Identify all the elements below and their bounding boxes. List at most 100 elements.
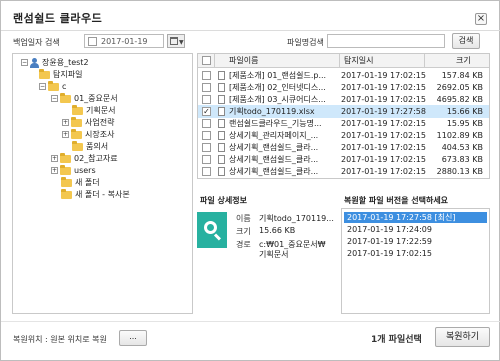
backup-date-value: 2017-01-19 <box>101 37 148 46</box>
file-icon <box>218 119 225 128</box>
folder-icon <box>60 164 71 175</box>
browse-location-button[interactable]: ... <box>119 330 147 346</box>
folder-tree: − 장윤용_test2 탐지파일 − c −01_중요문서 기획문서 + 사업전략 +… <box>12 53 193 314</box>
close-icon[interactable]: × <box>475 13 487 25</box>
folder-icon <box>60 92 71 103</box>
detail-size-label: 크기 <box>236 227 251 236</box>
file-checkbox[interactable] <box>202 71 211 80</box>
column-divider <box>339 54 340 68</box>
column-header-size[interactable]: 크기 <box>456 54 471 67</box>
file-icon <box>218 95 225 104</box>
file-checkbox[interactable] <box>202 95 211 104</box>
file-icon <box>218 71 225 80</box>
column-divider <box>424 54 425 68</box>
restore-dialog: 랜섬쉴드 클라우드 × 백업일자 검색 2017-01-19 ▼ 파일명검색 검… <box>0 0 500 361</box>
file-list: 파일이름 탐지일시 크기 [제품소개] 01_랜섬쉴드.p... 2017-01-… <box>197 53 490 179</box>
select-all-checkbox[interactable] <box>202 56 211 65</box>
tree-item-approvals[interactable]: 품의서 <box>72 140 109 152</box>
column-header-detected[interactable]: 탐지일시 <box>344 54 373 67</box>
file-checkbox[interactable] <box>202 119 211 128</box>
folder-icon <box>72 104 83 115</box>
tree-toggle[interactable]: − <box>39 83 46 90</box>
tree-item-label: 탐지파일 <box>53 70 83 79</box>
file-icon <box>218 143 225 152</box>
folder-icon <box>72 140 83 151</box>
version-list: 2017-01-19 17:27:58 [최신] 2017-01-19 17:24… <box>341 208 490 314</box>
version-item[interactable]: 2017-01-19 17:24:09 <box>344 224 487 235</box>
lens-handle-shape <box>213 233 222 241</box>
file-checkbox[interactable] <box>202 167 211 176</box>
user-icon <box>30 57 39 68</box>
details-title: 파일 상세정보 <box>200 196 247 205</box>
file-list-header: 파일이름 탐지일시 크기 <box>198 54 489 68</box>
calendar-dropdown-button[interactable]: ▼ <box>167 34 185 48</box>
tree-toggle[interactable]: − <box>51 95 58 102</box>
file-detected-time: 2017-01-19 17:02:15 <box>341 167 426 176</box>
tree-item-label: 02_참고자료 <box>74 154 118 163</box>
backup-date-label: 백업일자 검색 <box>13 38 60 47</box>
folder-icon <box>48 80 59 91</box>
file-checkbox[interactable] <box>202 83 211 92</box>
tree-toggle[interactable]: − <box>21 59 28 66</box>
tree-item-label: 장윤용_test2 <box>42 58 89 67</box>
file-checkbox[interactable] <box>202 131 211 140</box>
version-item[interactable]: 2017-01-19 17:02:15 <box>344 248 487 259</box>
folder-icon <box>71 116 82 127</box>
search-button[interactable]: 검색 <box>452 33 480 49</box>
tree-toggle[interactable]: + <box>62 119 69 126</box>
tree-item-references[interactable]: +02_참고자료 <box>51 152 118 164</box>
tree-item-c[interactable]: − c <box>39 80 67 92</box>
restore-location-label: 복원위치 : 원본 위치로 복원 <box>13 335 107 344</box>
column-header-name[interactable]: 파일이름 <box>229 54 258 67</box>
detail-name-value: 기획todo_170119... <box>259 214 334 223</box>
tree-item-label: 시장조사 <box>85 130 115 139</box>
file-icon <box>218 155 225 164</box>
tree-item-planning-docs[interactable]: 기획문서 <box>72 104 116 116</box>
dialog-title: 랜섬쉴드 클라우드 <box>13 12 103 25</box>
tree-item-root[interactable]: − 장윤용_test2 <box>21 57 89 68</box>
file-row[interactable]: 상세기획_랜섬쉴드_클라... 2017-01-19 17:02:15 2880.1… <box>198 165 489 178</box>
folder-icon <box>71 128 82 139</box>
file-size: 2880.13 KB <box>436 167 483 176</box>
detail-path-value-cont: 기획문서 <box>259 250 289 259</box>
selection-count: 1개 파일선택 <box>371 335 422 345</box>
tree-item-important-docs[interactable]: − 01_중요문서 <box>51 92 118 104</box>
column-divider <box>214 54 215 68</box>
filename-search-input[interactable] <box>327 34 445 48</box>
tree-item-business-strategy[interactable]: + 사업전략 <box>62 116 115 128</box>
file-icon <box>218 83 225 92</box>
tree-toggle[interactable]: + <box>51 155 58 162</box>
file-search-icon <box>197 212 227 248</box>
filename-search-label: 파일명검색 <box>287 38 324 47</box>
tree-item-new-folder[interactable]: 새 폴더 <box>61 176 100 188</box>
tree-item-users[interactable]: + users <box>51 164 96 176</box>
tree-item-market-research[interactable]: + 시장조사 <box>62 128 115 140</box>
versions-title: 복원할 파일 버전을 선택하세요 <box>344 196 449 205</box>
detail-name-label: 이름 <box>236 214 251 223</box>
file-icon <box>218 131 225 140</box>
tree-item-label: c <box>62 82 67 91</box>
folder-icon <box>39 68 50 79</box>
tree-item-label: users <box>74 166 96 175</box>
detail-path-label: 경로 <box>236 240 251 249</box>
footer-divider <box>1 321 500 322</box>
restore-button[interactable]: 복원하기 <box>435 327 490 347</box>
tree-toggle[interactable]: + <box>51 167 58 174</box>
version-item[interactable]: 2017-01-19 17:22:59 <box>344 236 487 247</box>
tree-item-label: 품의서 <box>86 142 109 151</box>
file-checkbox[interactable]: ✓ <box>202 107 211 116</box>
tree-item-new-folder-copy[interactable]: 새 폴더 - 복사본 <box>61 188 130 200</box>
folder-icon <box>61 176 72 187</box>
file-checkbox[interactable] <box>202 143 211 152</box>
file-name: 상세기획_랜섬쉴드_클라... <box>229 167 319 176</box>
version-item[interactable]: 2017-01-19 17:27:58 [최신] <box>344 212 487 223</box>
backup-date-field[interactable]: 2017-01-19 <box>84 34 164 48</box>
title-divider <box>1 30 500 31</box>
tree-item-label: 사업전략 <box>85 118 115 127</box>
tree-toggle[interactable]: + <box>62 131 69 138</box>
tree-item-detected[interactable]: 탐지파일 <box>39 68 83 80</box>
folder-icon <box>60 152 71 163</box>
file-checkbox[interactable] <box>202 155 211 164</box>
date-filter-checkbox[interactable] <box>88 37 97 46</box>
tree-item-label: 기획문서 <box>86 106 116 115</box>
